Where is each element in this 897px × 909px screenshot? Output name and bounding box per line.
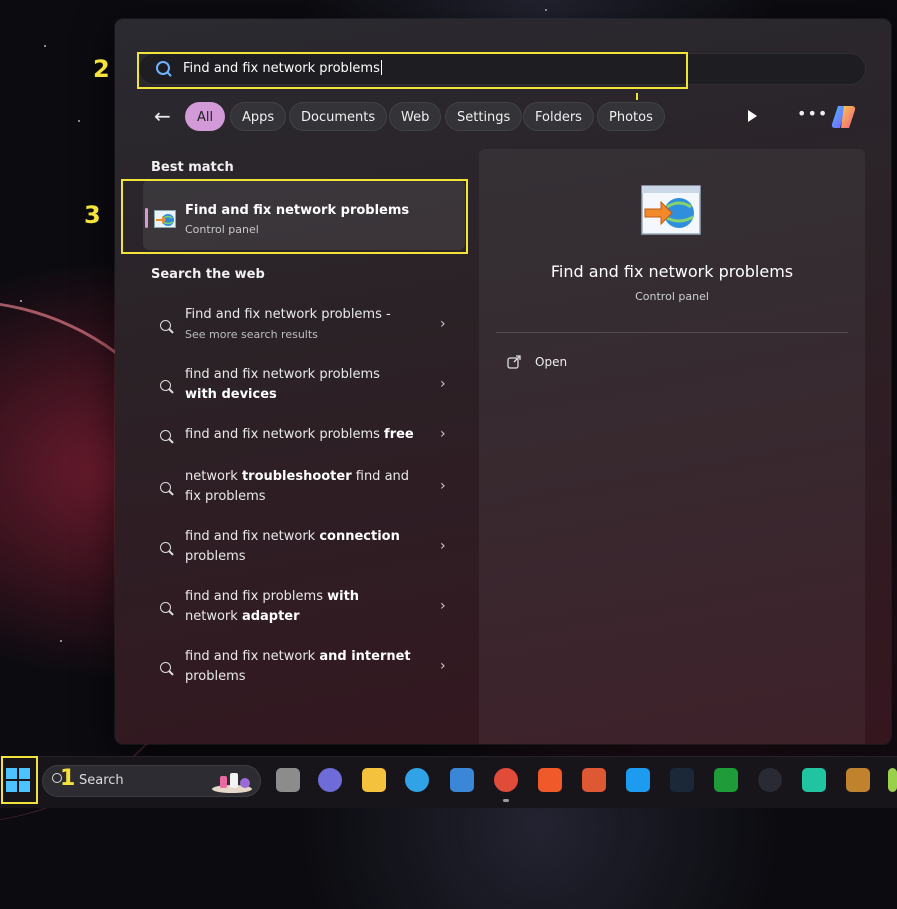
speedtest-icon[interactable]: [758, 768, 782, 792]
web-result-text: find and fix network problems with devic…: [185, 367, 380, 402]
web-result-item[interactable]: Find and fix network problems - See more …: [150, 305, 460, 355]
annotation-number-1: 1: [60, 766, 76, 791]
web-result-item[interactable]: network troubleshooter find and fix prob…: [150, 467, 460, 517]
search-result-icon: [160, 320, 171, 331]
filter-chip-apps[interactable]: Apps: [230, 102, 287, 131]
best-match-highlight-box: [121, 179, 468, 254]
copilot-icon[interactable]: [830, 102, 860, 132]
web-result-item[interactable]: find and fix network problems with devic…: [150, 365, 460, 415]
package-icon[interactable]: [846, 768, 870, 792]
filter-chip-photos[interactable]: Photos: [597, 102, 665, 131]
play-icon[interactable]: [748, 110, 757, 122]
filter-chip-documents[interactable]: Documents: [289, 102, 388, 131]
wallpaper-star: [60, 640, 62, 642]
partial-icon[interactable]: [888, 768, 897, 792]
chevron-right-icon: ›: [440, 598, 446, 614]
store-icon[interactable]: [450, 768, 474, 792]
search-result-icon: [160, 430, 171, 441]
search-result-icon: [160, 662, 171, 673]
open-external-icon: [507, 355, 521, 369]
start-button-highlight-box: [1, 756, 38, 804]
search-the-web-heading: Search the web: [151, 267, 265, 282]
search-result-icon: [160, 380, 171, 391]
file-explorer-icon[interactable]: [362, 768, 386, 792]
search-result-icon: [160, 482, 171, 493]
search-highlight-box: [137, 52, 688, 89]
app-icon[interactable]: [802, 768, 826, 792]
back-arrow-icon[interactable]: ←: [154, 106, 171, 126]
brave-icon[interactable]: [538, 768, 562, 792]
preview-pane: [479, 149, 865, 744]
chevron-right-icon: ›: [440, 316, 446, 332]
web-result-text: Find and fix network problems - See more …: [185, 307, 391, 341]
chat-icon[interactable]: [318, 768, 342, 792]
annotation-tick: [636, 93, 638, 100]
preview-divider: [496, 332, 848, 333]
running-indicator: [503, 799, 509, 802]
duckduckgo-icon[interactable]: [582, 768, 606, 792]
search-highlight-illustration-icon: [212, 773, 252, 793]
chevron-right-icon: ›: [440, 658, 446, 674]
web-result-item[interactable]: find and fix problems with network adapt…: [150, 587, 460, 637]
filter-chip-folders[interactable]: Folders: [523, 102, 594, 131]
twitter-icon[interactable]: [626, 768, 650, 792]
web-result-text: find and fix network problems free: [185, 427, 414, 442]
xbox-icon[interactable]: [714, 768, 738, 792]
annotation-number-2: 2: [93, 55, 110, 83]
best-match-heading: Best match: [151, 160, 234, 175]
web-result-text: network troubleshooter find and fix prob…: [185, 469, 410, 504]
preview-title: Find and fix network problems: [550, 262, 794, 281]
web-result-item[interactable]: find and fix network connection problems…: [150, 527, 460, 577]
chrome-icon[interactable]: [494, 768, 518, 792]
annotation-number-3: 3: [84, 201, 101, 229]
filter-chip-web[interactable]: Web: [389, 102, 442, 131]
wallpaper-star: [44, 45, 46, 47]
preview-subtitle: Control panel: [635, 290, 709, 303]
web-result-item[interactable]: find and fix network and internet proble…: [150, 647, 460, 697]
wallpaper-star: [545, 9, 547, 11]
wallpaper-star: [78, 120, 80, 122]
web-result-text: find and fix problems with network adapt…: [185, 589, 360, 624]
web-result-text: find and fix network and internet proble…: [185, 649, 411, 684]
edge-icon[interactable]: [405, 768, 429, 792]
wallpaper-star: [20, 300, 22, 302]
task-view-icon[interactable]: [276, 768, 300, 792]
chevron-right-icon: ›: [440, 538, 446, 554]
filter-chip-settings[interactable]: Settings: [445, 102, 523, 131]
filter-chip-all[interactable]: All: [185, 102, 226, 131]
chevron-right-icon: ›: [440, 478, 446, 494]
steam-icon[interactable]: [670, 768, 694, 792]
open-action[interactable]: Open: [535, 355, 567, 369]
search-result-icon: [160, 602, 171, 613]
network-troubleshooter-large-icon: [641, 185, 701, 235]
chevron-right-icon: ›: [440, 376, 446, 392]
web-result-text: find and fix network connection problems: [185, 529, 400, 564]
search-result-icon: [160, 542, 171, 553]
taskbar-search-label: Search: [79, 773, 124, 788]
more-options-icon[interactable]: •••: [797, 104, 828, 123]
chevron-right-icon: ›: [440, 426, 446, 442]
